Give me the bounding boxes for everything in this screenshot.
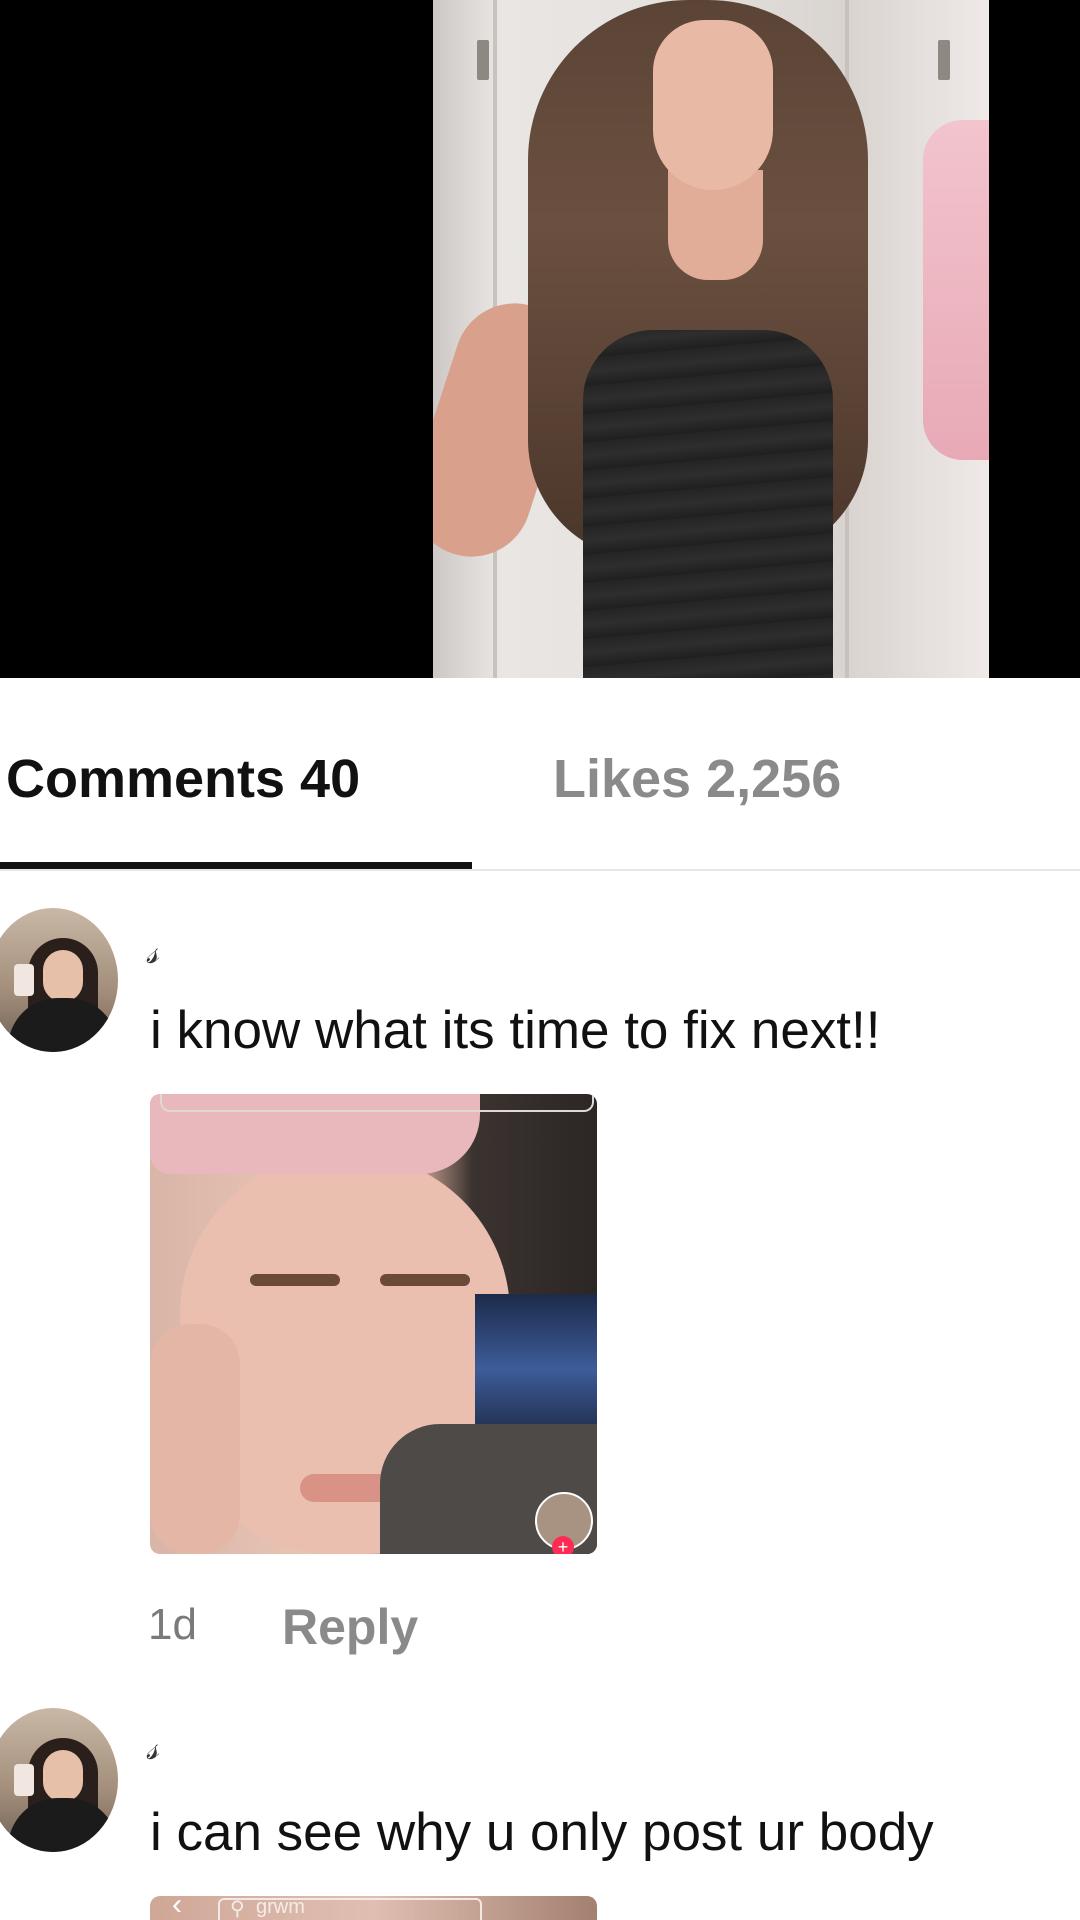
avatar[interactable] [0, 1708, 118, 1852]
search-icon: ⚲ [230, 1898, 245, 1920]
video-player[interactable] [0, 0, 1080, 678]
image-brow [380, 1274, 470, 1286]
follow-plus-icon: + [552, 1536, 574, 1554]
avatar-phone [14, 964, 34, 996]
avatar-face [43, 1750, 83, 1802]
tab-comments[interactable]: Comments 40 [6, 748, 360, 810]
person-dress [583, 330, 833, 678]
back-chevron-icon: ‹ [172, 1896, 182, 1920]
avatar-body [8, 998, 118, 1052]
comments-likes-tabs: Comments 40 Likes 2,256 [0, 718, 1080, 871]
comment-text: i can see why u only post ur body [150, 1803, 934, 1862]
thumb-search-box: ⚲ grwm [218, 1896, 482, 1920]
image-search-bar-edge [160, 1094, 594, 1112]
thumb-search-text: grwm [256, 1896, 305, 1918]
pink-robe [923, 120, 989, 460]
avatar-phone [14, 1764, 34, 1796]
reply-button[interactable]: Reply [282, 1598, 418, 1656]
image-hand [150, 1324, 240, 1554]
person-face [653, 20, 773, 190]
comment-timestamp: 1d [148, 1600, 197, 1649]
comment-username[interactable]: 𝓈 [146, 932, 159, 972]
door-hinge [938, 40, 950, 80]
comment-attached-image[interactable]: ‹ ⚲ grwm [150, 1896, 597, 1920]
door-hinge [477, 40, 489, 80]
tabs-divider [0, 869, 1080, 871]
image-blue-light [475, 1294, 597, 1444]
video-frame [433, 0, 989, 678]
image-brow [250, 1274, 340, 1286]
comments-screen: Comments 40 Likes 2,256 𝓈 i know what it… [0, 0, 1080, 1920]
comment-text: i know what its time to fix next!! [150, 1001, 881, 1060]
tab-likes[interactable]: Likes 2,256 [553, 748, 841, 810]
avatar[interactable] [0, 908, 118, 1052]
comment-attached-image[interactable]: + [150, 1094, 597, 1554]
comment-username[interactable]: 𝓈 [146, 1728, 159, 1768]
avatar-face [43, 950, 83, 1002]
avatar-body [8, 1798, 118, 1852]
